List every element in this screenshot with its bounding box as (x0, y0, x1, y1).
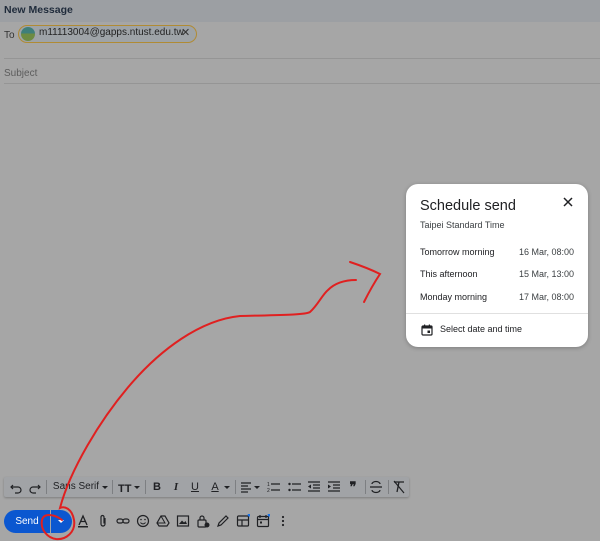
remove-recipient-icon[interactable]: ✕ (181, 26, 190, 39)
option-time: 16 Mar, 08:00 (518, 247, 574, 257)
align-icon[interactable] (239, 478, 261, 496)
calendar-icon[interactable] (256, 514, 270, 528)
divider (406, 313, 588, 314)
indent-less-icon[interactable] (306, 478, 322, 496)
compose-header: New Message (0, 0, 600, 22)
link-icon[interactable] (116, 514, 130, 528)
recipient-address: m11113004@gapps.ntust.edu.tw (39, 27, 184, 38)
to-row: To m11113004@gapps.ntust.edu.tw ✕ (0, 22, 600, 58)
text-color-button[interactable]: A (208, 478, 222, 496)
indent-more-icon[interactable] (326, 478, 342, 496)
undo-icon[interactable] (9, 478, 23, 496)
formatting-options-icon[interactable] (76, 514, 90, 528)
toolbar-separator (365, 480, 366, 494)
chevron-down-icon[interactable] (223, 478, 231, 496)
bulleted-list-icon[interactable] (287, 478, 303, 496)
more-options-icon[interactable] (276, 514, 290, 528)
subject-input[interactable]: Subject (4, 68, 37, 79)
toolbar-separator (388, 480, 389, 494)
toolbar-separator (46, 480, 47, 494)
strikethrough-icon[interactable] (368, 478, 384, 496)
drive-icon[interactable] (156, 514, 170, 528)
option-label: This afternoon (420, 269, 478, 279)
divider (4, 83, 600, 84)
option-monday-morning[interactable]: Monday morning 17 Mar, 08:00 (406, 287, 588, 309)
chevron-down-icon[interactable] (101, 478, 109, 496)
option-label: Tomorrow morning (420, 247, 495, 257)
compose-bottom-bar: Send (0, 506, 600, 541)
confidential-mode-icon[interactable] (196, 514, 210, 528)
to-label: To (4, 30, 15, 41)
photo-icon[interactable] (176, 514, 190, 528)
redo-icon[interactable] (28, 478, 42, 496)
underline-button[interactable]: U (187, 478, 203, 496)
toolbar-separator (145, 480, 146, 494)
remove-formatting-icon[interactable] (391, 478, 407, 496)
option-label: Monday morning (420, 292, 488, 302)
dialog-title: Schedule send (420, 198, 516, 214)
bold-button[interactable]: B (149, 478, 165, 496)
template-icon[interactable] (236, 514, 250, 528)
toolbar-separator (112, 480, 113, 494)
select-date-time-label: Select date and time (440, 324, 523, 334)
attach-icon[interactable] (96, 514, 110, 528)
timezone-label: Taipei Standard Time (420, 220, 505, 230)
signature-icon[interactable] (216, 514, 230, 528)
numbered-list-icon[interactable]: 1 2 (266, 478, 282, 496)
select-date-time-button[interactable]: Select date and time (406, 318, 588, 342)
close-icon[interactable] (560, 194, 576, 210)
avatar (21, 27, 35, 41)
quote-icon[interactable]: ❞ (345, 478, 361, 496)
emoji-icon[interactable] (136, 514, 150, 528)
font-size-icon[interactable]: TT (117, 478, 141, 496)
annotation-arrowhead (349, 261, 382, 303)
option-tomorrow-morning[interactable]: Tomorrow morning 16 Mar, 08:00 (406, 242, 588, 264)
svg-text:TT: TT (118, 483, 132, 495)
annotation-arrow-stroke (40, 279, 357, 541)
window-title: New Message (4, 4, 73, 16)
recipient-chip[interactable]: m11113004@gapps.ntust.edu.tw ✕ (18, 25, 197, 43)
option-time: 17 Mar, 08:00 (518, 292, 574, 302)
calendar-icon (421, 324, 433, 336)
schedule-send-dropdown-button[interactable] (51, 510, 72, 533)
font-family-select[interactable]: Sans Serif (51, 478, 101, 496)
svg-text:2: 2 (267, 488, 270, 494)
send-button[interactable]: Send (4, 510, 50, 533)
formatting-toolbar: Sans Serif TT B I U A 1 2 ❞ (4, 477, 409, 497)
divider (4, 58, 600, 59)
italic-button[interactable]: I (168, 478, 184, 496)
option-this-afternoon[interactable]: This afternoon 15 Mar, 13:00 (406, 264, 588, 286)
toolbar-separator (235, 480, 236, 494)
option-time: 15 Mar, 13:00 (518, 269, 574, 279)
schedule-send-dialog: Schedule send Taipei Standard Time Tomor… (406, 184, 588, 347)
